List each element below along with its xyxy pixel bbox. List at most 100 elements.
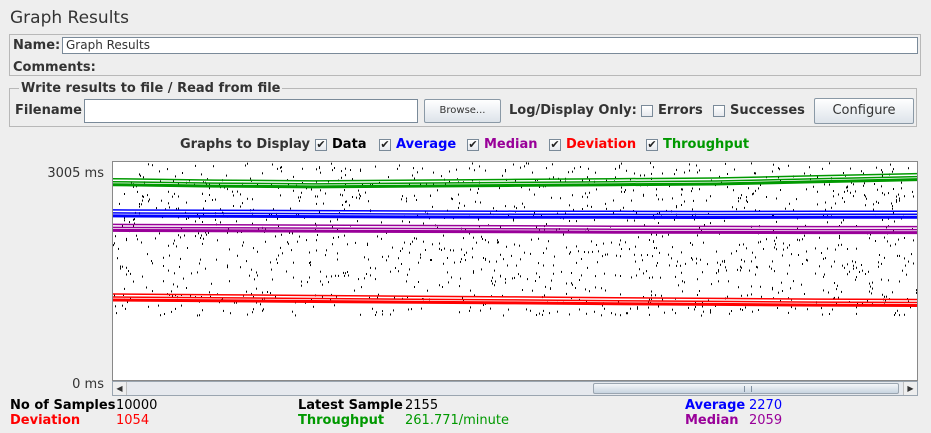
data-point (375, 314, 376, 316)
data-point (295, 314, 296, 317)
data-point (744, 260, 745, 263)
data-point (320, 270, 321, 273)
data-point (780, 189, 781, 191)
data-point (122, 304, 123, 307)
data-point (503, 314, 504, 317)
successes-checkbox[interactable] (713, 105, 725, 117)
data-point (494, 269, 495, 272)
data-point (789, 244, 790, 247)
errors-checkbox[interactable] (641, 105, 653, 117)
data-point (749, 269, 750, 272)
data-point (839, 234, 840, 237)
data-point (888, 192, 889, 195)
data-point (856, 312, 857, 315)
scroll-left-arrow-icon[interactable]: ◀ (113, 382, 127, 395)
data-point (511, 254, 512, 257)
data-point (751, 293, 752, 296)
data-point (236, 220, 237, 223)
data-point (152, 262, 153, 265)
median-checkbox[interactable]: ✔ (467, 139, 479, 151)
deviation-checkbox[interactable]: ✔ (549, 139, 561, 151)
data-point (706, 199, 707, 202)
data-point (281, 166, 282, 169)
data-point (546, 167, 547, 170)
data-point (472, 256, 473, 259)
data-point (692, 243, 693, 246)
data-point (148, 163, 149, 166)
data-point (390, 270, 391, 273)
data-point (524, 165, 525, 168)
data-point (895, 243, 896, 246)
data-point (692, 258, 693, 261)
median-legend-label: Median (484, 137, 538, 152)
data-point (773, 163, 774, 166)
data-point (116, 312, 117, 315)
data-point (888, 279, 889, 282)
data-point (624, 191, 625, 193)
throughput-checkbox[interactable]: ✔ (646, 139, 658, 151)
data-point (621, 162, 622, 165)
data-point (168, 190, 169, 193)
data-point (450, 249, 451, 252)
data-point (180, 257, 181, 260)
data-point (163, 265, 164, 267)
data-point (250, 177, 251, 180)
data-point (824, 183, 825, 186)
configure-button[interactable]: Configure (814, 98, 914, 124)
data-point (884, 256, 885, 259)
data-point (459, 285, 460, 288)
data-point (456, 168, 457, 171)
graph-scrollbar[interactable]: ◀ ▶ (112, 381, 918, 396)
data-point (202, 221, 203, 223)
scrollbar-thumb[interactable] (593, 383, 899, 394)
data-point (734, 168, 735, 171)
data-point (795, 307, 796, 310)
data-point (174, 239, 175, 242)
data-point (838, 296, 839, 299)
filename-input[interactable] (84, 99, 418, 123)
data-point (867, 299, 868, 302)
data-point (442, 286, 443, 288)
data-point (899, 197, 900, 200)
data-point (538, 237, 539, 240)
data-point (381, 237, 382, 240)
data-point (315, 195, 316, 198)
data-point (492, 282, 493, 285)
data-point (661, 294, 662, 297)
data-point (182, 172, 183, 174)
data-point (866, 197, 867, 200)
name-input[interactable]: Graph Results (62, 37, 918, 54)
data-point (782, 290, 783, 292)
data-point (597, 261, 598, 264)
data-point (526, 162, 527, 165)
data-point (529, 188, 530, 191)
data-point (913, 195, 914, 198)
data-point (630, 307, 631, 310)
data-point (823, 275, 824, 278)
data-point (551, 196, 552, 199)
data-point (581, 258, 582, 260)
scroll-right-arrow-icon[interactable]: ▶ (903, 382, 917, 395)
data-point (251, 268, 252, 271)
data-point (262, 172, 263, 175)
data-point (736, 250, 737, 253)
data-checkbox[interactable]: ✔ (315, 139, 327, 151)
data-point (775, 243, 776, 246)
data-point (130, 272, 131, 275)
browse-button[interactable]: Browse... (424, 99, 501, 123)
data-point (654, 247, 655, 249)
data-point (774, 246, 775, 249)
data-point (544, 294, 545, 297)
data-point (569, 220, 570, 222)
data-point (761, 295, 762, 298)
data-point (233, 194, 234, 197)
data-point (732, 206, 733, 209)
data-point (262, 291, 263, 294)
data-point (551, 279, 552, 282)
data-point (474, 169, 475, 172)
data-point (595, 171, 596, 174)
data-point (118, 247, 119, 250)
average-checkbox[interactable]: ✔ (379, 139, 391, 151)
data-point (693, 199, 694, 202)
data-point (319, 167, 320, 170)
